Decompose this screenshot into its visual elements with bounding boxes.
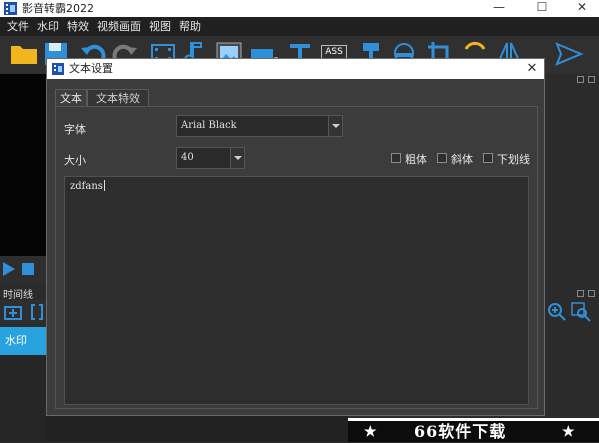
underline-label: 下划线	[497, 153, 530, 166]
text-caret	[103, 180, 105, 191]
font-label: 字体	[64, 123, 86, 136]
add-track-icon[interactable]	[4, 303, 24, 321]
dialog-close-button[interactable]: ✕	[524, 60, 540, 78]
track-watermark[interactable]: 水印	[0, 327, 46, 355]
minimize-button[interactable]: —	[479, 0, 519, 17]
subtitle-badge: ASS	[321, 45, 347, 59]
text-settings-dialog: 文本设置 ✕ 文本 文本特效 字体 Arial Black 大小 40 粗体 斜…	[46, 58, 545, 416]
dialog-titlebar: 文本设置 ✕	[47, 59, 544, 79]
italic-checkbox[interactable]	[437, 153, 447, 163]
italic-label: 斜体	[451, 153, 473, 166]
banner-star-right: ★	[562, 424, 575, 440]
zoom-in-icon[interactable]	[547, 302, 567, 322]
panel-close-icon[interactable]	[588, 76, 595, 83]
menu-video-frame[interactable]: 视频画面	[93, 17, 145, 36]
banner-text: 66软件下载	[414, 422, 507, 441]
text-content-input[interactable]: zdfans	[64, 176, 529, 405]
send-icon[interactable]	[554, 39, 584, 69]
menubar: 文件 水印 特效 视频画面 视图 帮助	[0, 17, 599, 36]
tab-text-effects[interactable]: 文本特效	[87, 89, 149, 107]
timeline-tools	[0, 300, 46, 324]
bold-checkbox[interactable]	[391, 153, 401, 163]
text-content-value: zdfans	[70, 181, 103, 192]
dialog-title: 文本设置	[69, 62, 113, 75]
app-title: 影音转霸2022	[22, 2, 94, 15]
bottom-strip	[46, 412, 348, 442]
chevron-down-icon[interactable]	[230, 148, 244, 168]
watermark-banner: ★ 66软件下载 ★	[348, 418, 599, 442]
timeline-body	[0, 355, 46, 442]
preview-canvas	[0, 74, 46, 256]
dialog-app-icon	[52, 63, 64, 75]
timeline-close-icon[interactable]	[588, 290, 595, 297]
menu-watermark[interactable]: 水印	[33, 17, 63, 36]
menu-effects[interactable]: 特效	[63, 17, 93, 36]
timeline-label: 时间线	[3, 290, 33, 301]
play-icon[interactable]	[3, 262, 15, 276]
banner-star-left: ★	[364, 424, 377, 440]
menu-help[interactable]: 帮助	[175, 17, 205, 36]
menu-file[interactable]: 文件	[3, 17, 33, 36]
size-label: 大小	[64, 154, 86, 167]
app-logo-icon	[4, 2, 17, 15]
underline-checkbox[interactable]	[483, 153, 493, 163]
stop-icon[interactable]	[22, 263, 34, 275]
bold-label: 粗体	[405, 153, 427, 166]
size-select-value: 40	[181, 152, 194, 163]
split-icon[interactable]	[31, 303, 43, 321]
app-titlebar: 影音转霸2022 — ☐ ✕	[0, 0, 599, 17]
panel-float-icon[interactable]	[577, 76, 584, 83]
tab-text[interactable]: 文本	[55, 89, 87, 107]
font-select-value: Arial Black	[181, 120, 237, 131]
folder-icon[interactable]	[9, 39, 39, 69]
playback-controls	[0, 256, 46, 284]
zoom-fit-icon[interactable]	[571, 302, 591, 322]
right-panel	[544, 74, 599, 442]
maximize-button[interactable]: ☐	[522, 0, 562, 17]
font-select[interactable]: Arial Black	[176, 115, 343, 137]
menu-view[interactable]: 视图	[145, 17, 175, 36]
size-select[interactable]: 40	[176, 147, 245, 169]
timeline-float-icon[interactable]	[577, 290, 584, 297]
chevron-down-icon[interactable]	[328, 116, 342, 136]
close-window-button[interactable]: ✕	[562, 0, 599, 17]
